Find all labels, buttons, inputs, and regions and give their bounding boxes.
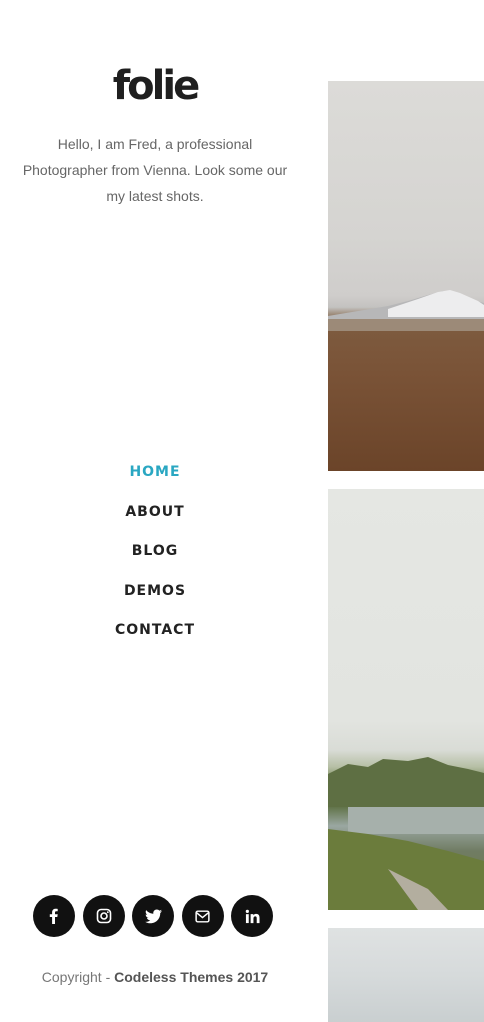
intro-text: Hello, I am Fred, a professional Photogr… (22, 136, 288, 204)
sidebar: folie Hello, I am Fred, a professional P… (0, 0, 310, 1022)
nav-contact[interactable]: CONTACT (0, 619, 310, 659)
nav-home[interactable]: HOME (0, 461, 310, 501)
lake-graphic (328, 757, 484, 910)
email-icon[interactable] (181, 895, 224, 937)
social-links (33, 895, 273, 937)
nav-demos[interactable]: DEMOS (0, 580, 310, 620)
copyright-company[interactable]: Codeless Themes 2017 (114, 969, 268, 985)
gallery-photo-desert-mountain[interactable] (328, 81, 484, 471)
gallery-photo-misty-lake[interactable] (328, 489, 484, 910)
facebook-icon[interactable] (33, 895, 75, 937)
copyright-prefix: Copyright - (41, 969, 115, 985)
twitter-icon[interactable] (132, 895, 174, 937)
nav-about[interactable]: ABOUT (0, 501, 310, 541)
site-logo[interactable]: folie (0, 62, 310, 110)
linkedin-icon[interactable] (231, 895, 273, 937)
copyright: Copyright - Codeless Themes 2017 (0, 966, 310, 988)
main-nav: HOME ABOUT BLOG DEMOS CONTACT (0, 461, 310, 659)
gallery-photo-sky[interactable] (328, 928, 484, 1022)
instagram-icon[interactable] (82, 895, 125, 937)
mountain-graphic (328, 290, 484, 331)
nav-blog[interactable]: BLOG (0, 540, 310, 580)
